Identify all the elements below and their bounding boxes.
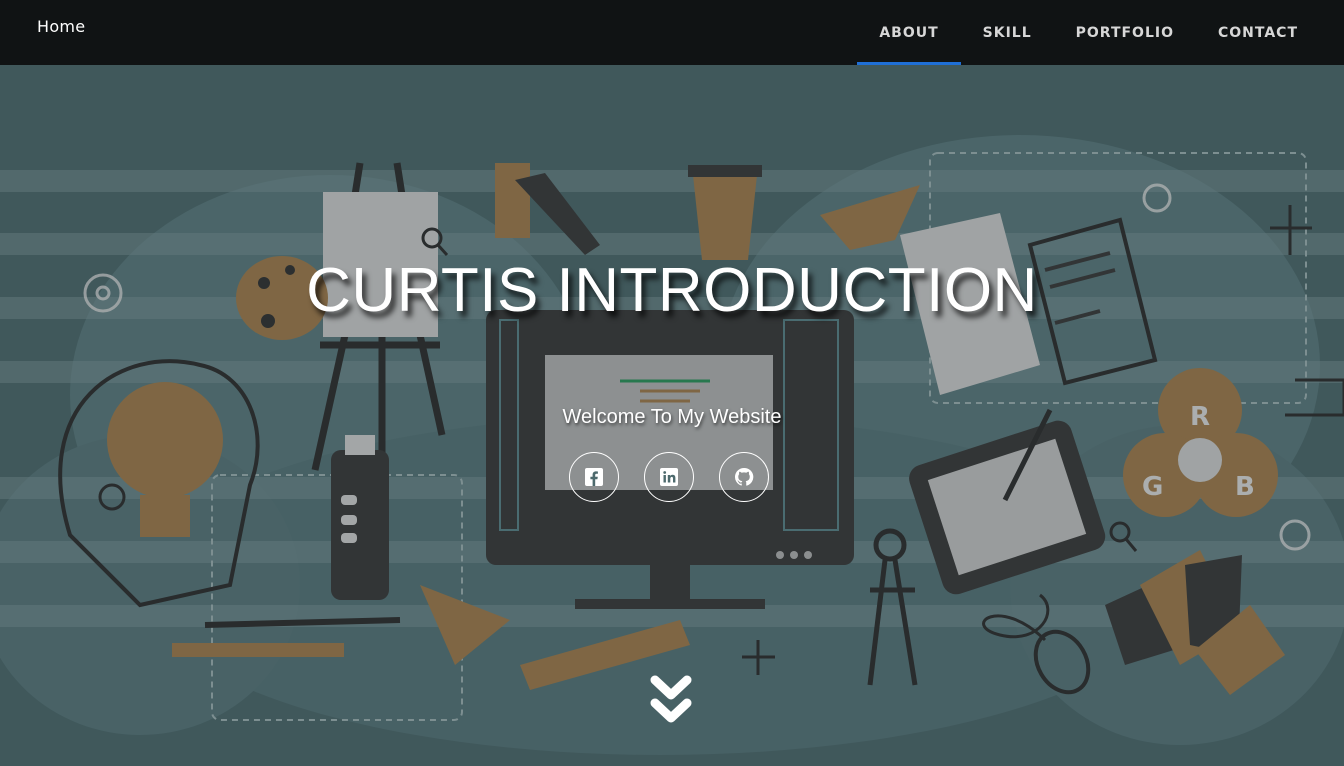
nav-item-about[interactable]: ABOUT bbox=[857, 0, 961, 65]
nav-item-portfolio[interactable]: PORTFOLIO bbox=[1054, 0, 1196, 65]
facebook-button[interactable] bbox=[569, 452, 619, 502]
double-chevron-down-icon bbox=[650, 675, 692, 723]
hero-section: R G B CURTIS INTRODUCTION Welcome To My … bbox=[0, 65, 1344, 766]
linkedin-button[interactable] bbox=[644, 452, 694, 502]
home-link[interactable]: Home bbox=[37, 17, 85, 36]
facebook-icon bbox=[585, 468, 603, 486]
hero-subtitle: Welcome To My Website bbox=[562, 406, 782, 428]
nav-item-skill[interactable]: SKILL bbox=[961, 0, 1054, 65]
hero-title: CURTIS INTRODUCTION bbox=[306, 256, 1038, 325]
nav-item-contact[interactable]: CONTACT bbox=[1196, 0, 1320, 65]
linkedin-icon bbox=[660, 468, 678, 486]
social-links bbox=[569, 452, 769, 502]
github-icon bbox=[734, 467, 754, 486]
nav-links: ABOUT SKILL PORTFOLIO CONTACT bbox=[857, 0, 1320, 65]
scroll-down-button[interactable] bbox=[648, 674, 694, 730]
github-button[interactable] bbox=[719, 452, 769, 502]
navbar: Home ABOUT SKILL PORTFOLIO CONTACT bbox=[0, 0, 1344, 65]
